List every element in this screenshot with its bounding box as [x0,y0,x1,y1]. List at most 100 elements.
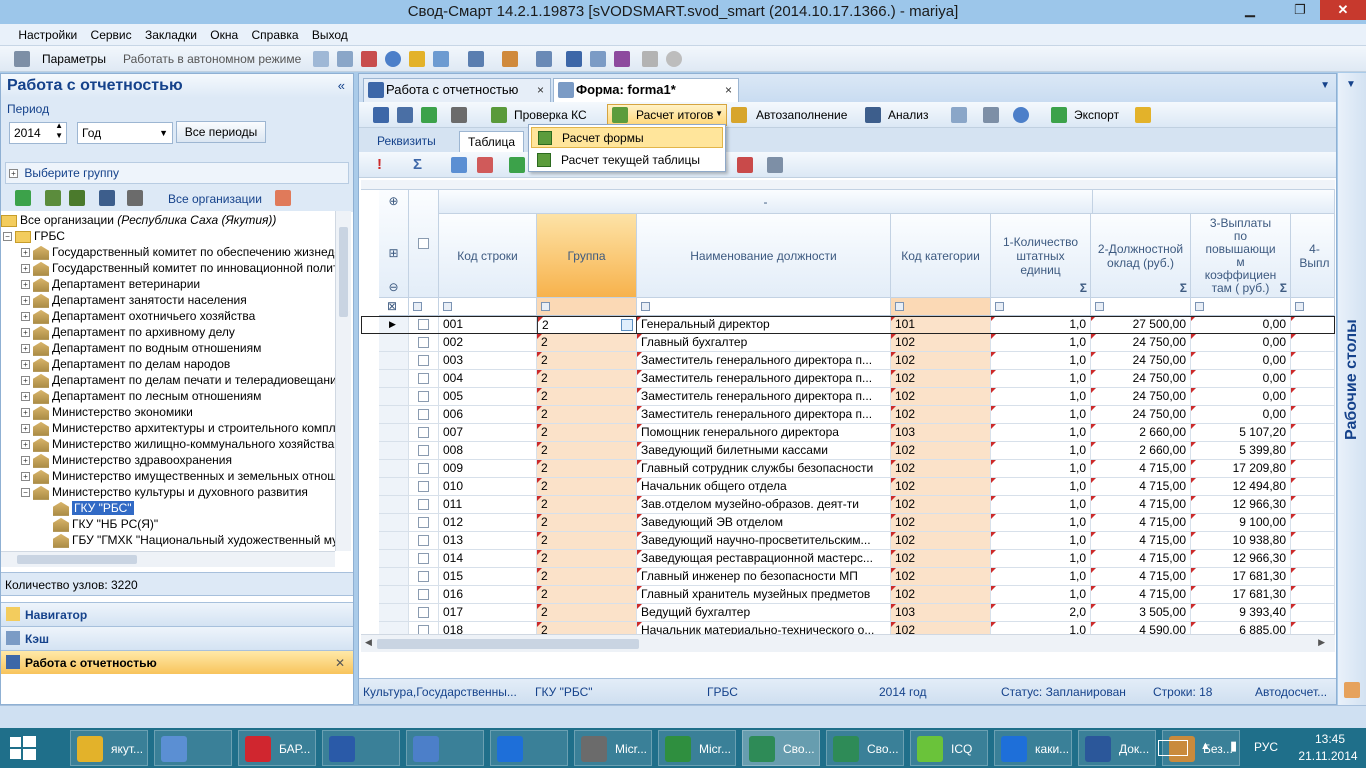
cell-group[interactable]: 2 [537,514,637,532]
scroll-thumb[interactable] [339,227,348,317]
plus-icon[interactable]: + [21,472,30,482]
cell-staff[interactable]: 1,0 [991,514,1091,532]
tree-root[interactable]: Все организации (Республика Саха (Якутия… [1,212,276,228]
cell-salary[interactable]: 4 715,00 [1091,478,1191,496]
plus-icon[interactable]: + [21,408,30,418]
zoom-in-icon[interactable]: ⊕ [388,194,398,208]
delete-row-icon[interactable] [477,157,493,173]
minus-icon[interactable]: − [3,232,12,242]
tree-node[interactable]: + Департамент охотничьего хозяйства [21,308,255,324]
cell-code[interactable]: 015 [439,568,537,586]
row-checkbox[interactable] [418,589,429,600]
info-icon[interactable] [385,51,401,67]
cell-salary[interactable]: 4 715,00 [1091,514,1191,532]
row-indicator[interactable] [379,406,409,424]
tree-node[interactable]: − Министерство культуры и духовного разви… [21,484,308,500]
row-indicator[interactable] [379,352,409,370]
cell-salary[interactable]: 4 715,00 [1091,550,1191,568]
menu-help[interactable]: Справка [246,24,303,46]
plus-icon[interactable]: + [21,392,30,402]
taskbar-item[interactable]: якут... [70,730,148,766]
row-checkbox[interactable] [418,427,429,438]
row-indicator[interactable] [379,334,409,352]
clock-time[interactable]: 13:45 [1300,732,1360,746]
row-checkbox[interactable] [418,535,429,546]
cell-position[interactable]: Заведующий научно-просветительским... [637,532,891,550]
expand-all-icon[interactable] [45,190,61,206]
cell-bonus[interactable]: 0,00 [1191,370,1291,388]
cell-salary[interactable]: 3 505,00 [1091,604,1191,622]
tree-node[interactable]: + Департамент по лесным отношениям [21,388,261,404]
minus-icon[interactable]: − [21,488,30,498]
cell-category[interactable]: 102 [891,334,991,352]
tab-form[interactable]: Форма: forma1* × [553,78,739,102]
cell-salary[interactable]: 2 660,00 [1091,424,1191,442]
col-header-group[interactable]: Группа [537,214,637,298]
check-ks-button[interactable]: Проверка КС [514,108,587,122]
tab-table[interactable]: Таблица [459,131,525,152]
cell-code[interactable]: 012 [439,514,537,532]
cell-category[interactable]: 101 [891,316,991,334]
taskbar-item[interactable]: ICQ [910,730,988,766]
cell-position[interactable]: Заместитель генерального директора п... [637,352,891,370]
row-indicator[interactable]: ▶ [379,316,409,334]
cell-staff[interactable]: 1,0 [991,424,1091,442]
scroll-thumb[interactable] [377,639,639,649]
cell-bonus[interactable]: 0,00 [1191,406,1291,424]
menu-windows[interactable]: Окна [205,24,243,46]
scroll-right-icon[interactable]: ▶ [1318,637,1325,648]
row-checkbox[interactable] [418,481,429,492]
accordion-cache[interactable]: Кэш [1,626,353,650]
period-type-select[interactable]: Год ▼ [77,122,173,144]
tree-node[interactable]: + Государственный комитет по инновационно… [21,260,335,276]
tree-node-gku-rbs[interactable]: ГКУ "РБС" [53,500,134,516]
close-icon[interactable]: ✕ [335,651,345,675]
tree-node-gbu-gmhk[interactable]: ГБУ "ГМХК "Национальный художественный м… [53,532,335,548]
analysis-button[interactable]: Анализ [888,108,929,122]
cell-salary[interactable]: 24 750,00 [1091,334,1191,352]
cell-extra[interactable] [1291,442,1335,460]
taskbar-item[interactable] [322,730,400,766]
cell-staff[interactable]: 1,0 [991,352,1091,370]
cell-code[interactable]: 008 [439,442,537,460]
tray-arrow-icon[interactable]: ▲ [1200,740,1211,752]
cell-category[interactable]: 102 [891,460,991,478]
minimize-button[interactable]: ▁ [1236,0,1264,20]
export-button[interactable]: Экспорт [1074,108,1119,122]
cell-bonus[interactable]: 17 209,80 [1191,460,1291,478]
refresh-icon[interactable] [15,190,31,206]
menu-bookmarks[interactable]: Закладки [140,24,202,46]
menu-exit[interactable]: Выход [307,24,353,46]
tree-node-grbs[interactable]: − ГРБС [3,228,65,244]
plus-icon[interactable]: + [21,344,30,354]
autofill-button[interactable]: Автозаполнение [756,108,847,122]
plus-icon[interactable]: + [21,280,30,290]
row-indicator[interactable] [379,370,409,388]
cell-group[interactable]: 2 [537,334,637,352]
check-icon[interactable] [491,107,507,123]
import-icon[interactable] [536,51,552,67]
close-window-button[interactable]: ✕ [1320,0,1366,20]
cell-extra[interactable] [1291,532,1335,550]
col-header-position[interactable]: Наименование должности [637,214,891,298]
tree-node-gku-nb[interactable]: ГКУ "НБ РС(Я)" [53,516,158,532]
cell-position[interactable]: Заведующий ЭВ отделом [637,514,891,532]
plugin-icon[interactable] [614,51,630,67]
plus-icon[interactable]: + [21,264,30,274]
col-header-bonus[interactable]: 3-Выплаты по повышающи м коэффициен там … [1191,214,1291,298]
row-indicator[interactable] [379,550,409,568]
chevron-down-icon[interactable]: ▼ [1346,79,1356,90]
grid-options-icon[interactable]: ⊞ [388,246,398,260]
menu-service[interactable]: Сервис [86,24,137,46]
cell-staff[interactable]: 2,0 [991,604,1091,622]
cell-category[interactable]: 102 [891,496,991,514]
tree-node[interactable]: + Департамент по делам печати и телерадио… [21,372,335,388]
row-checkbox[interactable] [418,571,429,582]
tree-node[interactable]: + Департамент по архивному делу [21,324,235,340]
cell-group[interactable]: 2 [537,532,637,550]
cell-bonus[interactable]: 5 107,20 [1191,424,1291,442]
taskbar-item[interactable]: БАР... [238,730,316,766]
cell-extra[interactable] [1291,352,1335,370]
start-button[interactable] [10,736,36,760]
cell-group[interactable]: 2 [537,460,637,478]
